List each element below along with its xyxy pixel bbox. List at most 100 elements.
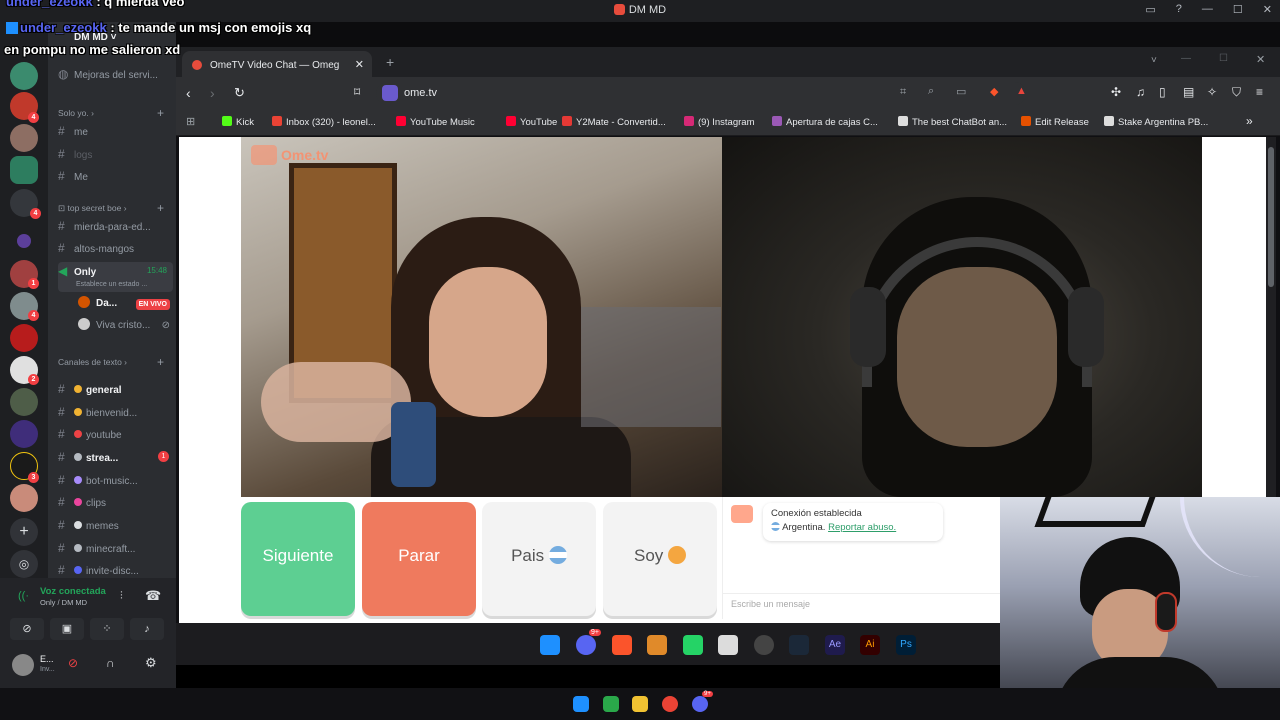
activities-button[interactable]: ⁘ xyxy=(90,618,124,640)
stop-button[interactable]: Parar xyxy=(362,502,476,616)
inbox-icon[interactable]: ▭ xyxy=(1145,3,1155,16)
channel-me[interactable]: # me xyxy=(58,121,173,141)
address-bar[interactable]: ome.tv ⌗ ⌕ ▭ ◆ ▲ xyxy=(376,82,1027,105)
add-channel-icon[interactable]: + xyxy=(157,201,164,215)
reload-icon[interactable]: ↻ xyxy=(234,85,245,101)
user-avatar[interactable] xyxy=(12,654,34,676)
chrome-icon[interactable] xyxy=(662,696,678,712)
whatsapp-icon[interactable] xyxy=(683,635,703,655)
more-bookmarks-icon[interactable]: » xyxy=(1246,114,1253,128)
discord-icon[interactable] xyxy=(692,696,708,712)
apps-icon[interactable]: ⊞ xyxy=(186,115,195,128)
brave-icon[interactable] xyxy=(612,635,632,655)
wallet-icon[interactable]: ▤ xyxy=(1183,85,1194,99)
voice-user-2[interactable]: Viva cristo... ⊘ xyxy=(78,316,173,336)
cast-icon[interactable]: ▭ xyxy=(956,85,966,98)
text-channel[interactable]: # bienvenid... xyxy=(58,402,173,422)
server-icon[interactable] xyxy=(10,124,38,152)
illustrator-icon[interactable]: Ai xyxy=(860,635,880,655)
leo-icon[interactable]: ✧ xyxy=(1207,85,1217,99)
steam-icon[interactable] xyxy=(789,635,809,655)
report-abuse-link[interactable]: Reportar abuso. xyxy=(828,522,896,533)
message-input[interactable]: Escribe un mensaje xyxy=(723,593,1001,617)
menu-icon[interactable]: ≡ xyxy=(1256,85,1263,99)
close-window-button[interactable]: ✕ xyxy=(1256,53,1265,66)
server-icon[interactable] xyxy=(10,420,38,448)
forward-icon[interactable]: › xyxy=(210,85,215,101)
app-icon[interactable] xyxy=(647,635,667,655)
bookmark-icon[interactable]: ⌑ xyxy=(354,85,360,99)
server-icon[interactable] xyxy=(10,62,38,90)
text-channel[interactable]: # youtube xyxy=(58,424,173,444)
category-secret[interactable]: ⊡ top secret boe › xyxy=(58,203,127,214)
add-channel-icon[interactable]: + xyxy=(157,355,164,369)
sidebar-icon[interactable]: ▯ xyxy=(1159,85,1166,99)
server-icon[interactable] xyxy=(10,484,38,512)
text-channel[interactable]: # strea... 1 xyxy=(58,447,173,467)
brave-shield-icon[interactable]: ◆ xyxy=(990,85,998,98)
scroll-thumb[interactable] xyxy=(1268,147,1274,287)
windows-start-icon[interactable] xyxy=(573,696,589,712)
bookmark-item[interactable]: The best ChatBot an... xyxy=(898,116,1007,128)
maximize-button[interactable]: ☐ xyxy=(1233,3,1243,16)
bookmark-item[interactable]: Stake Argentina PB... xyxy=(1104,116,1208,128)
events-item[interactable]: ◍ Mejoras del servi... xyxy=(58,64,173,84)
bookmark-item[interactable]: Y2Mate - Convertid... xyxy=(562,116,666,128)
server-icon[interactable] xyxy=(17,234,31,248)
channel-Me[interactable]: # Me xyxy=(58,166,173,186)
photoshop-icon[interactable]: Ps xyxy=(896,635,916,655)
tab-ometv[interactable]: OmeTV Video Chat — Omeg ✕ xyxy=(182,51,372,77)
headphones-icon[interactable]: ∩ xyxy=(106,656,115,670)
discover-icon[interactable]: ◎ xyxy=(10,550,38,578)
server-icon[interactable] xyxy=(10,156,38,184)
tab-search-icon[interactable]: ˅ xyxy=(1151,55,1157,66)
text-channel[interactable]: # clips xyxy=(58,492,173,512)
bookmark-item[interactable]: Apertura de cajas C... xyxy=(772,116,878,128)
extensions-icon[interactable]: ✣ xyxy=(1111,85,1121,99)
text-channel[interactable]: # bot-music... xyxy=(58,470,173,490)
after-effects-icon[interactable]: Ae xyxy=(825,635,845,655)
category-text[interactable]: Canales de texto › xyxy=(58,357,127,367)
text-channel[interactable]: # minecraft... xyxy=(58,538,173,558)
bookmark-item[interactable]: YouTube xyxy=(506,116,557,128)
bookmark-item[interactable]: (9) Instagram xyxy=(684,116,755,128)
next-button[interactable]: Siguiente xyxy=(241,502,355,616)
voice-channel-only[interactable]: ◀ Only 15:48 Establece un estado ... xyxy=(58,262,173,292)
vpn-icon[interactable]: ⛉ xyxy=(1232,85,1241,100)
windows-start-icon[interactable] xyxy=(540,635,560,655)
app-icon[interactable] xyxy=(718,635,738,655)
new-tab-button[interactable]: + xyxy=(386,54,394,70)
minimize-button[interactable]: — xyxy=(1202,3,1213,16)
app-icon[interactable] xyxy=(603,696,619,712)
soundboard-button[interactable]: ♪ xyxy=(130,618,164,640)
bookmark-item[interactable]: Kick xyxy=(222,116,254,128)
text-channel[interactable]: # general xyxy=(58,379,173,399)
country-button[interactable]: Pais xyxy=(482,502,596,616)
add-channel-icon[interactable]: + xyxy=(157,106,164,120)
bookmark-item[interactable]: YouTube Music xyxy=(396,116,475,128)
discord-icon[interactable] xyxy=(576,635,596,655)
back-icon[interactable]: ‹ xyxy=(186,85,191,101)
screen-share-button[interactable]: ▣ xyxy=(50,618,84,640)
text-channel[interactable]: # memes xyxy=(58,515,173,535)
gender-button[interactable]: Soy xyxy=(603,502,717,616)
zoom-icon[interactable]: ⌕ xyxy=(928,85,934,98)
text-channel[interactable]: # invite-disc... xyxy=(58,560,173,580)
settings-gear-icon[interactable]: ⚙ xyxy=(145,655,157,671)
server-icon[interactable] xyxy=(10,324,38,352)
server-icon[interactable] xyxy=(10,388,38,416)
bookmark-item[interactable]: Inbox (320) - leonel... xyxy=(272,116,376,128)
channel-altos[interactable]: # altos-mangos xyxy=(58,238,173,258)
voice-user-1[interactable]: Da... EN VIVO xyxy=(78,294,173,314)
camera-off-button[interactable]: ⊘ xyxy=(10,618,44,640)
soundbar-icon[interactable]: ⫶ xyxy=(120,590,123,603)
channel-mierda[interactable]: # mierda-para-ed... xyxy=(58,216,173,236)
translate-icon[interactable]: ⌗ xyxy=(900,86,906,99)
add-server-icon[interactable]: + xyxy=(10,518,38,546)
min-button[interactable]: — xyxy=(1181,53,1191,64)
channel-logs[interactable]: # logs xyxy=(58,144,173,164)
music-icon[interactable]: ♫ xyxy=(1136,85,1145,99)
mic-muted-icon[interactable]: ⊘ xyxy=(68,656,78,670)
disconnect-icon[interactable]: ☎ xyxy=(145,588,161,604)
help-icon[interactable]: ? xyxy=(1176,3,1182,16)
